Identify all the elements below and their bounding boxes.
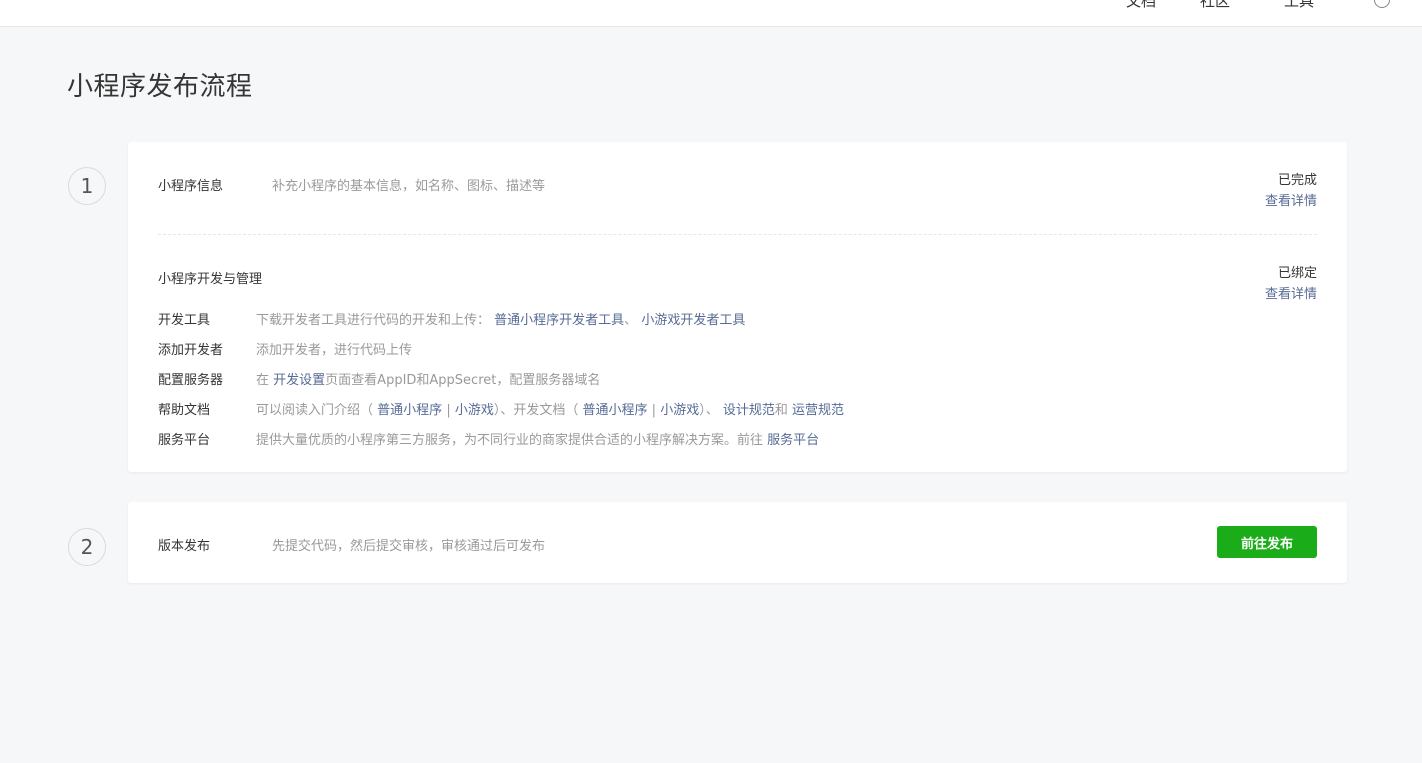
minigame-devtools-link[interactable]: 小游戏开发者工具 [641, 313, 745, 328]
separator-bar: | [446, 403, 451, 418]
nav-docs[interactable]: 文档 [1126, 0, 1156, 11]
docs-minigame-link[interactable]: 小游戏 [660, 403, 699, 418]
step1-card: 小程序信息 补充小程序的基本信息，如名称、图标、描述等 已完成 查看详情 小程序… [128, 142, 1347, 472]
go-publish-button[interactable]: 前往发布 [1217, 526, 1317, 558]
row-desc: 提供大量优质的小程序第三方服务，为不同行业的商家提供合适的小程序解决方案。前往 [256, 433, 764, 448]
row-server-config: 配置服务器 在 开发设置页面查看AppID和AppSecret，配置服务器域名 [158, 369, 600, 388]
user-icon[interactable] [1374, 0, 1390, 8]
row-label: 开发工具 [158, 313, 211, 328]
row-desc-pre: 可以阅读入门介绍（ [256, 403, 374, 418]
step-number-1: 1 [68, 167, 106, 205]
intro-minigame-link[interactable]: 小游戏 [455, 403, 494, 418]
operation-guidelines-link[interactable]: 运营规范 [792, 403, 844, 418]
section-divider [158, 234, 1317, 235]
mini-program-devtools-link[interactable]: 普通小程序开发者工具 [494, 313, 624, 328]
row-service-platform: 服务平台 提供大量优质的小程序第三方服务，为不同行业的商家提供合适的小程序解决方案… [158, 429, 819, 448]
info-desc: 补充小程序的基本信息，如名称、图标、描述等 [272, 179, 546, 194]
release-title: 版本发布 [158, 539, 211, 554]
row-desc: 添加开发者，进行代码上传 [256, 343, 413, 358]
design-guidelines-link[interactable]: 设计规范 [723, 403, 775, 418]
row-add-developer: 添加开发者 添加开发者，进行代码上传 [158, 339, 412, 358]
dev-settings-link[interactable]: 开发设置 [273, 373, 325, 388]
info-title: 小程序信息 [158, 179, 224, 194]
row-desc-post: 页面查看AppID和AppSecret，配置服务器域名 [325, 373, 601, 388]
docs-mini-program-link[interactable]: 普通小程序 [583, 403, 648, 418]
dev-status: 已绑定 [1277, 266, 1317, 281]
nav-tools[interactable]: 工具 [1284, 0, 1314, 11]
top-navbar: 文档 社区 工具 [0, 0, 1422, 27]
dev-detail-link[interactable]: 查看详情 [1265, 283, 1317, 302]
page-title: 小程序发布流程 [67, 72, 253, 102]
row-label: 配置服务器 [158, 373, 224, 388]
step-number-2: 2 [68, 528, 106, 566]
separator-bar: | [651, 403, 657, 418]
dev-title: 小程序开发与管理 [158, 272, 263, 287]
row-desc-mid2: ）、 [699, 403, 719, 418]
row-label: 帮助文档 [158, 403, 211, 418]
info-detail-link[interactable]: 查看详情 [1265, 190, 1317, 209]
nav-community[interactable]: 社区 [1200, 0, 1230, 11]
intro-mini-program-link[interactable]: 普通小程序 [377, 403, 442, 418]
step2-card: 版本发布 先提交代码，然后提交审核，审核通过后可发布 前往发布 [128, 502, 1347, 583]
row-desc: 下载开发者工具进行代码的开发和上传： [256, 313, 491, 328]
row-dev-tools: 开发工具 下载开发者工具进行代码的开发和上传： 普通小程序开发者工具、 小游戏开发… [158, 309, 745, 328]
row-desc-and: 和 [774, 403, 788, 418]
row-label: 添加开发者 [158, 343, 224, 358]
row-label: 服务平台 [158, 433, 211, 448]
separator: 、 [624, 313, 638, 328]
row-help-docs: 帮助文档 可以阅读入门介绍（ 普通小程序 | 小游戏）、开发文档（ 普通小程序 |… [158, 399, 844, 418]
row-desc-pre: 在 [256, 373, 270, 388]
row-desc-mid: ）、开发文档（ [493, 403, 579, 418]
release-desc: 先提交代码，然后提交审核，审核通过后可发布 [272, 539, 546, 554]
info-status: 已完成 [1277, 173, 1317, 188]
service-platform-link[interactable]: 服务平台 [767, 433, 819, 448]
